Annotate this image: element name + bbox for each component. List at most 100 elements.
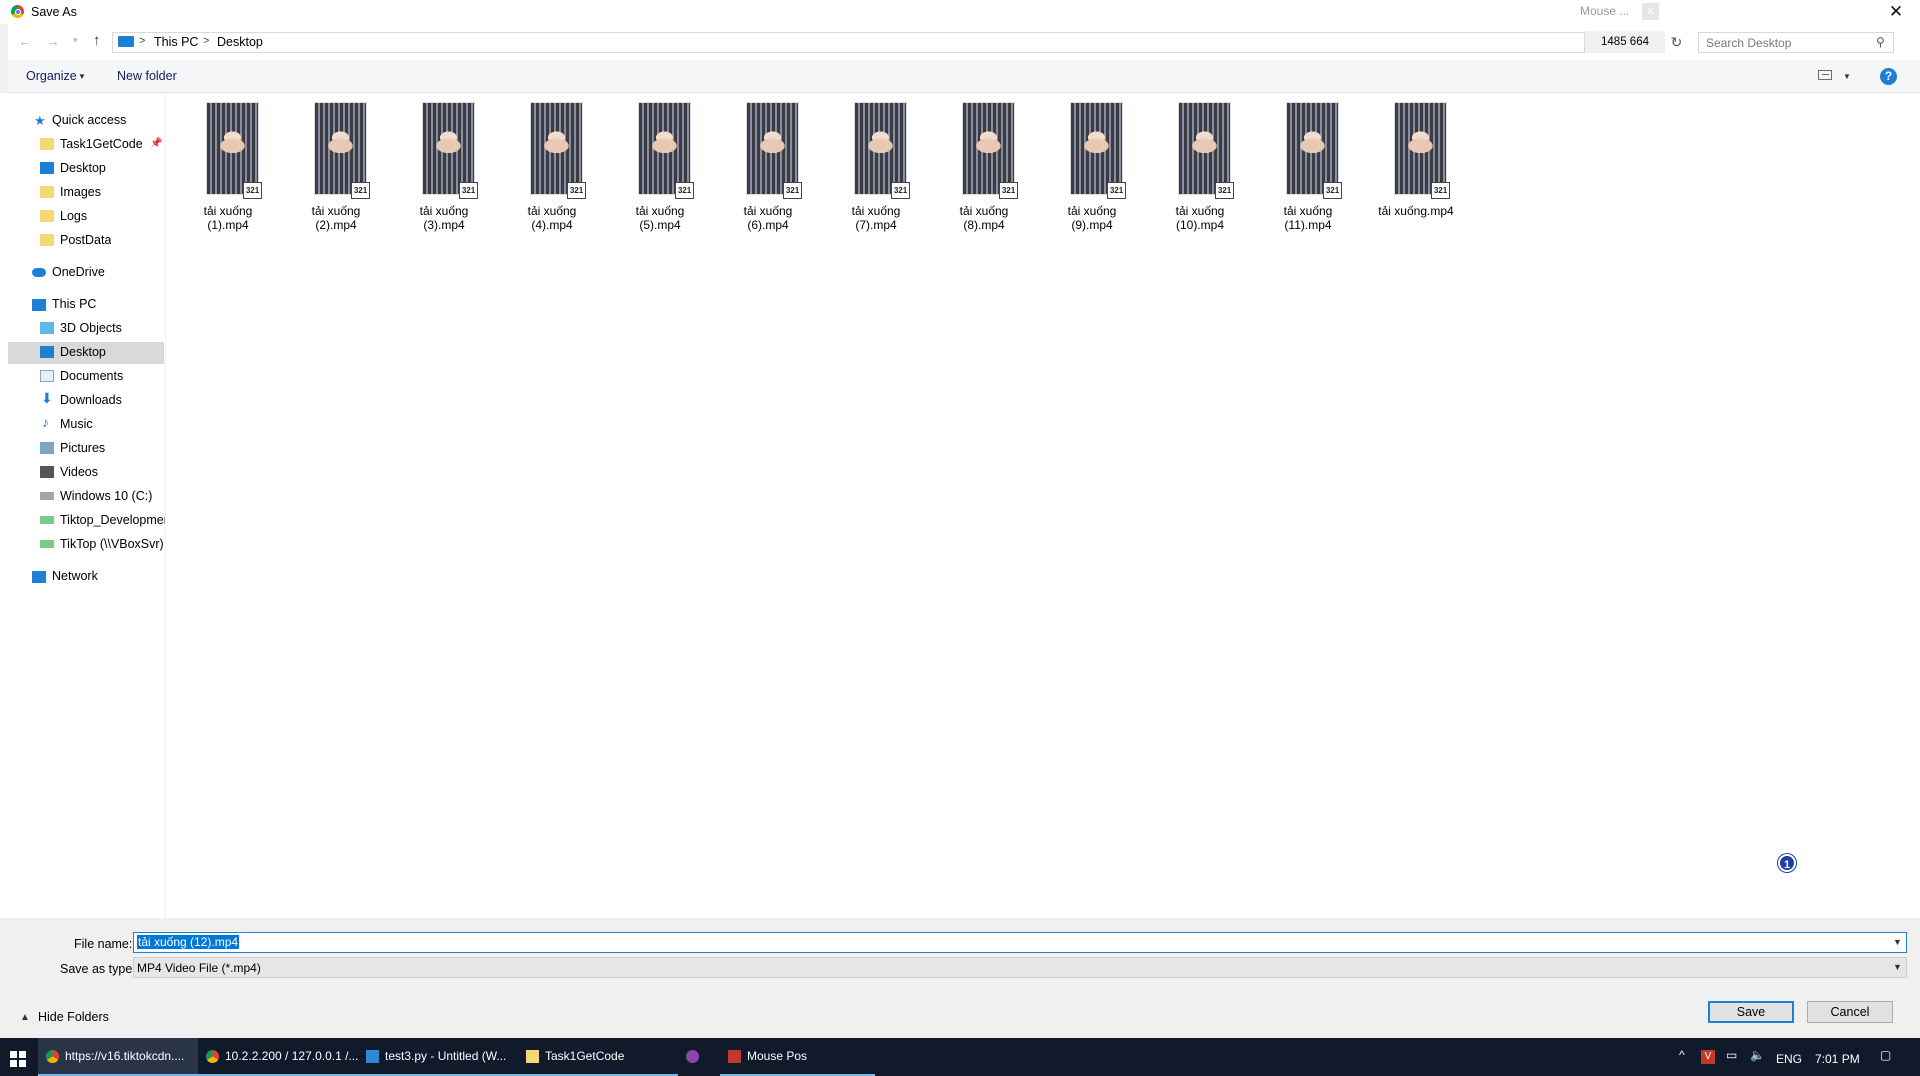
taskbar-item-label: Mouse Pos	[747, 1049, 808, 1063]
up-arrow-icon[interactable]: ↑	[93, 32, 101, 49]
clock[interactable]: 7:01 PM	[1815, 1052, 1860, 1066]
pictures-icon	[40, 442, 54, 454]
organize-button[interactable]: Organize	[26, 69, 77, 83]
file-name: tải xuống (6).mp4	[722, 204, 814, 232]
file-item[interactable]: 321 tải xuống (6).mp4	[728, 102, 808, 232]
file-name-line1: tải xuống	[635, 204, 685, 218]
breadcrumb-this-pc[interactable]: This PC	[154, 35, 198, 49]
media-player-badge-icon: 321	[459, 182, 478, 199]
nav-item-desktop-quick[interactable]: Desktop	[60, 158, 106, 178]
file-item[interactable]: 321 tải xuống (8).mp4	[944, 102, 1024, 232]
nav-item-postdata[interactable]: PostData	[60, 230, 111, 250]
file-name-input[interactable]	[133, 932, 1907, 953]
notification-badge[interactable]: 1	[1778, 854, 1796, 872]
chevron-down-icon[interactable]: ▼	[1843, 72, 1851, 81]
nav-item-tiktop-vboxsvr[interactable]: TikTop (\\VBoxSvr)	[60, 534, 165, 554]
file-name-line2: (3).mp4	[423, 218, 465, 232]
breadcrumb-separator[interactable]: >	[139, 35, 145, 47]
nav-onedrive[interactable]: OneDrive	[52, 262, 105, 282]
file-name-label: File name:	[74, 937, 133, 951]
recent-locations-chevron-icon[interactable]: ▾	[73, 35, 78, 46]
nav-item-music[interactable]: Music	[60, 414, 93, 434]
address-bar[interactable]	[112, 32, 1585, 53]
taskbar-item-mouse-pos[interactable]: Mouse Pos	[720, 1038, 875, 1076]
breadcrumb-separator[interactable]: >	[203, 35, 209, 47]
cancel-button[interactable]: Cancel	[1807, 1001, 1893, 1023]
file-item[interactable]: 321 tải xuống (7).mp4	[836, 102, 916, 232]
file-item[interactable]: 321 tải xuống (5).mp4	[620, 102, 700, 232]
new-folder-button[interactable]: New folder	[117, 69, 177, 83]
mouse-pos-mini-close-button[interactable]: x	[1642, 3, 1659, 20]
back-arrow-icon[interactable]: ←	[18, 33, 32, 49]
file-name: tải xuống.mp4	[1370, 204, 1462, 218]
chevron-up-icon[interactable]: ^	[1679, 1048, 1685, 1062]
file-item[interactable]: 321 tải xuống (1).mp4	[188, 102, 268, 232]
nav-item-windows-drive[interactable]: Windows 10 (C:)	[60, 486, 152, 506]
language-indicator[interactable]: ENG	[1776, 1052, 1802, 1066]
network-drive-icon	[40, 540, 54, 548]
forward-arrow-icon[interactable]: →	[46, 33, 60, 49]
file-name-value[interactable]: tải xuống (12).mp4	[137, 935, 240, 949]
nav-item-logs[interactable]: Logs	[60, 206, 87, 226]
folder-icon	[40, 234, 54, 246]
save-as-type-select[interactable]	[133, 957, 1907, 978]
media-player-badge-icon: 321	[783, 182, 802, 199]
refresh-icon[interactable]: ↻	[1667, 33, 1686, 52]
file-item[interactable]: 321 tải xuống (10).mp4	[1160, 102, 1240, 232]
file-item[interactable]: 321 tải xuống (9).mp4	[1052, 102, 1132, 232]
windows-start-icon[interactable]	[10, 1051, 26, 1067]
nav-this-pc[interactable]: This PC	[52, 294, 96, 314]
nav-network[interactable]: Network	[52, 566, 98, 586]
nav-item-videos[interactable]: Videos	[60, 462, 98, 482]
file-name: tải xuống (9).mp4	[1046, 204, 1138, 232]
file-name-line1: tải xuống	[419, 204, 469, 218]
file-name-line2: (6).mp4	[747, 218, 789, 232]
chevron-down-icon[interactable]: ▼	[78, 72, 86, 81]
antivirus-icon[interactable]: V	[1701, 1050, 1715, 1064]
taskbar-item-vscode[interactable]: test3.py - Untitled (W...	[358, 1038, 518, 1076]
file-item[interactable]: 321 tải xuống (4).mp4	[512, 102, 592, 232]
window-title: Save As	[31, 5, 77, 19]
taskbar-item-explorer[interactable]: Task1GetCode	[518, 1038, 678, 1076]
file-item[interactable]: 321 tải xuống.mp4	[1376, 102, 1456, 232]
search-icon[interactable]: ⚲	[1876, 35, 1885, 49]
nav-quick-access[interactable]: Quick access	[52, 110, 126, 130]
chevron-down-icon[interactable]: ▼	[1893, 962, 1902, 972]
breadcrumb-desktop[interactable]: Desktop	[217, 35, 263, 49]
command-bar	[0, 60, 1920, 93]
nav-item-desktop[interactable]: Desktop	[60, 342, 106, 362]
taskbar-item-chrome-tiktok[interactable]: https://v16.tiktokcdn....	[38, 1038, 198, 1076]
nav-item-3d-objects[interactable]: 3D Objects	[60, 318, 122, 338]
file-item[interactable]: 321 tải xuống (11).mp4	[1268, 102, 1348, 232]
nav-item-pictures[interactable]: Pictures	[60, 438, 105, 458]
view-options-icon[interactable]	[1818, 70, 1832, 80]
nav-item-documents[interactable]: Documents	[60, 366, 123, 386]
pin-icon[interactable]: 📌	[150, 138, 162, 149]
nav-item-images[interactable]: Images	[60, 182, 101, 202]
3d-objects-icon	[40, 322, 54, 334]
help-icon[interactable]: ?	[1880, 68, 1897, 85]
media-player-badge-icon: 321	[351, 182, 370, 199]
chevron-down-icon[interactable]: ▼	[1893, 937, 1902, 947]
file-name: tải xuống (10).mp4	[1154, 204, 1246, 232]
folder-icon	[40, 186, 54, 198]
taskbar-item-chrome-ip[interactable]: 10.2.2.200 / 127.0.0.1 /...	[198, 1038, 358, 1076]
desktop-icon	[40, 346, 54, 358]
save-as-type-value[interactable]: MP4 Video File (*.mp4)	[137, 961, 261, 975]
nav-item-downloads[interactable]: Downloads	[60, 390, 122, 410]
nav-item-task1getcode[interactable]: Task1GetCode	[60, 134, 148, 154]
network-status-icon[interactable]: ▭	[1726, 1048, 1737, 1062]
file-item[interactable]: 321 tải xuống (2).mp4	[296, 102, 376, 232]
file-item[interactable]: 321 tải xuống (3).mp4	[404, 102, 484, 232]
file-name-line2: (8).mp4	[963, 218, 1005, 232]
nav-item-tiktop-developmer[interactable]: Tiktop_Developmer	[60, 510, 165, 530]
save-button[interactable]: Save	[1708, 1001, 1794, 1023]
mouse-pos-icon	[728, 1050, 741, 1064]
hide-folders-button[interactable]: Hide Folders	[38, 1010, 109, 1024]
chrome-icon	[206, 1050, 219, 1064]
close-button[interactable]: ✕	[1880, 0, 1912, 24]
notifications-icon[interactable]: ▢	[1880, 1048, 1891, 1062]
chevron-up-icon[interactable]: ▲	[20, 1012, 30, 1023]
volume-muted-icon[interactable]: 🔈	[1750, 1048, 1765, 1062]
taskbar-item-app[interactable]	[678, 1038, 720, 1076]
